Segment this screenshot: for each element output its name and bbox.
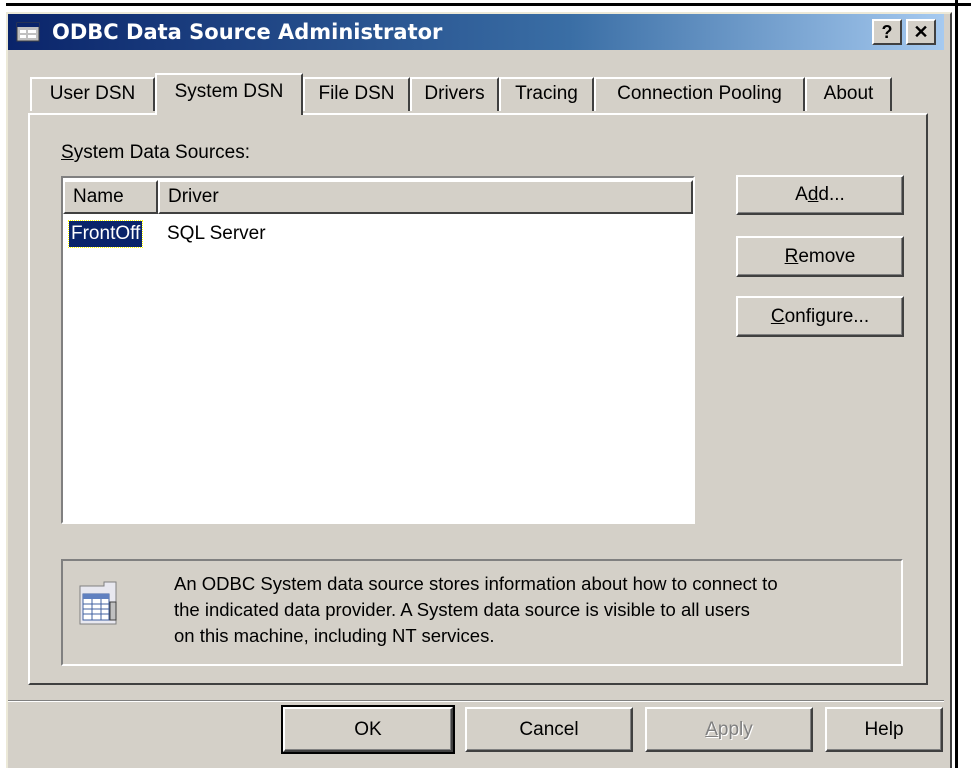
data-source-icon <box>76 580 122 633</box>
configure-button[interactable]: Configure... <box>736 296 904 337</box>
system-data-sources-label: System Data Sources: <box>61 142 251 163</box>
cancel-button[interactable]: Cancel <box>465 707 633 752</box>
tab-system-dsn[interactable]: System DSN <box>155 73 303 115</box>
remove-button[interactable]: Remove <box>736 236 904 277</box>
row-name-cell[interactable]: FrontOff <box>67 220 144 248</box>
tab-tracing[interactable]: Tracing <box>499 77 594 111</box>
tab-user-dsn[interactable]: User DSN <box>30 77 155 111</box>
help-title-button[interactable]: ? <box>872 19 902 45</box>
tab-about[interactable]: About <box>805 77 892 111</box>
title-bar[interactable]: ODBC Data Source Administrator ? ✕ <box>8 14 944 50</box>
footer-separator <box>8 700 944 702</box>
tab-drivers[interactable]: Drivers <box>410 77 499 111</box>
column-header-driver[interactable]: Driver <box>158 180 693 214</box>
close-title-button[interactable]: ✕ <box>906 19 936 45</box>
apply-button[interactable]: Apply <box>645 707 813 752</box>
help-button[interactable]: Help <box>825 707 943 752</box>
column-header-name[interactable]: Name <box>63 180 158 214</box>
add-button[interactable]: Add... <box>736 175 904 215</box>
window-right-edge <box>955 0 958 768</box>
info-description: An ODBC System data source stores inform… <box>174 571 894 649</box>
window-title: ODBC Data Source Administrator <box>52 20 443 44</box>
window-top-edge <box>6 3 971 6</box>
info-line-2: the indicated data provider. A System da… <box>174 599 750 620</box>
info-line-3: on this machine, including NT services. <box>174 625 495 646</box>
odbc-app-icon <box>16 20 42 44</box>
tab-file-dsn[interactable]: File DSN <box>303 77 410 111</box>
info-line-1: An ODBC System data source stores inform… <box>174 573 778 594</box>
tab-connection-pooling[interactable]: Connection Pooling <box>594 77 805 111</box>
row-driver-cell[interactable]: SQL Server <box>167 221 266 247</box>
ok-button[interactable]: OK <box>281 705 455 754</box>
data-sources-list[interactable]: Name Driver FrontOff SQL Server <box>61 176 695 524</box>
